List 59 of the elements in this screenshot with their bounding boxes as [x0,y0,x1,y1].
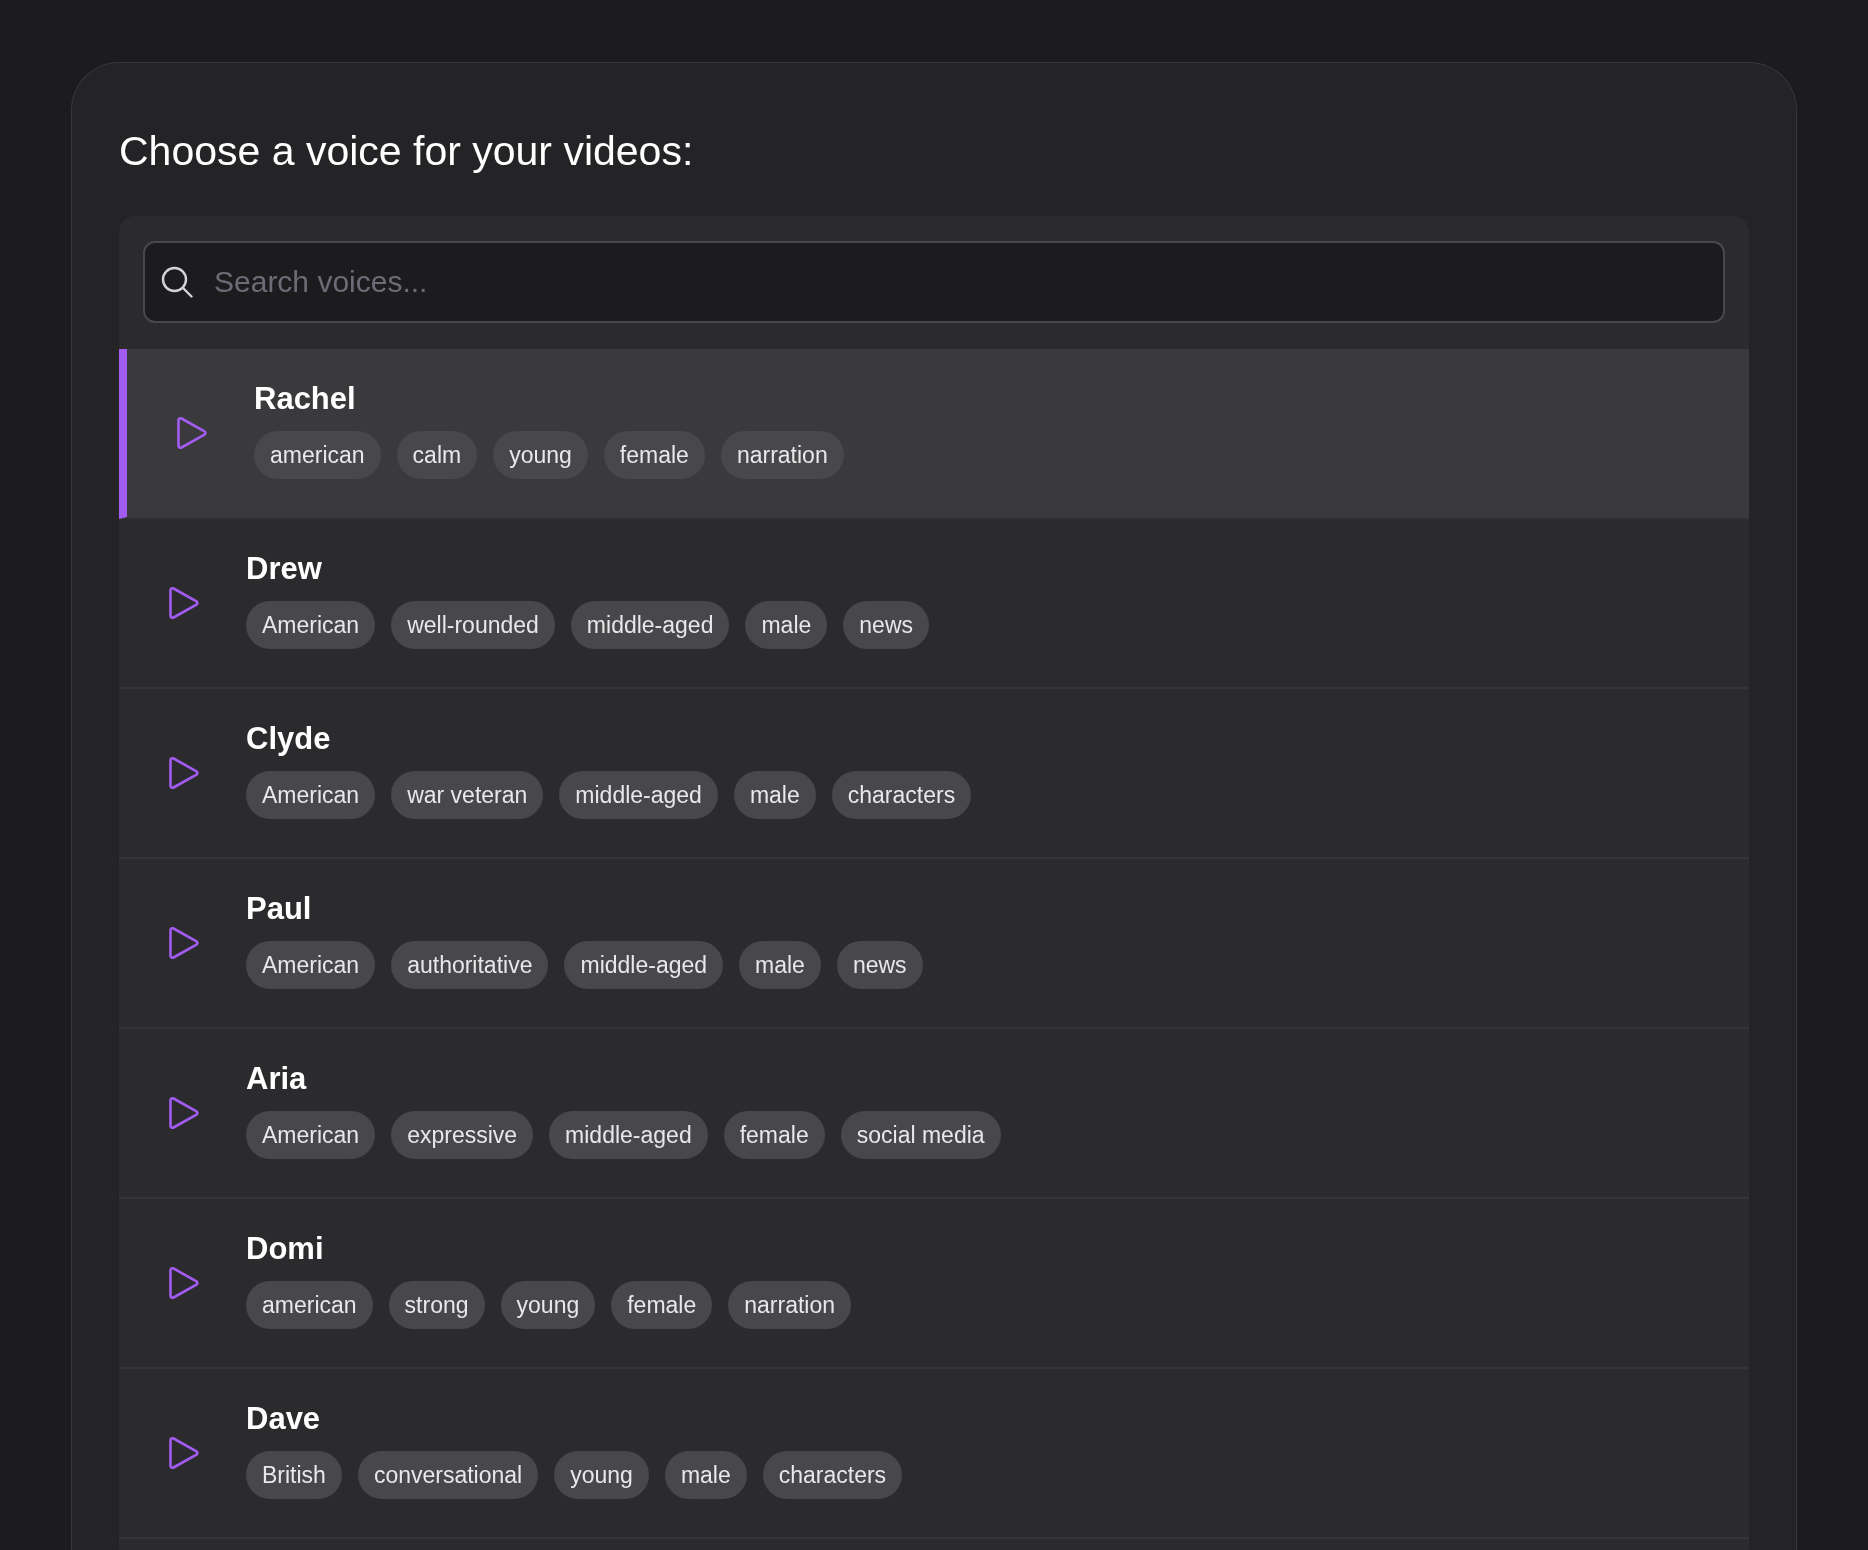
voice-name: Domi [246,1231,324,1267]
voice-tag: male [745,601,828,649]
voice-name: Drew [246,551,322,587]
voice-tag: strong [388,1281,485,1329]
voice-row[interactable]: Dave British conversational young male characters [119,1369,1749,1539]
voice-row[interactable]: Domi american strong young female narration [119,1199,1749,1369]
voice-row[interactable]: Drew American well-rounded middle-aged male news [119,519,1749,689]
voice-tag: young [554,1451,649,1499]
play-icon[interactable] [176,416,208,450]
search-icon [161,266,193,298]
voice-row[interactable]: Rachel american calm young female narration [119,349,1749,519]
voice-tag: male [664,1451,747,1499]
play-icon[interactable] [168,1436,200,1470]
voice-row[interactable]: Aria American expressive middle-aged female social media [119,1029,1749,1199]
voice-tag: calm [396,431,478,479]
voice-tag: war veteran [391,771,544,819]
play-icon[interactable] [168,1096,200,1130]
play-icon[interactable] [168,926,200,960]
voice-row[interactable]: Clyde American war veteran middle-aged male characters [119,689,1749,859]
voice-name: Aria [246,1061,307,1097]
voice-tag: middle-aged [549,1111,708,1159]
voice-tag: female [723,1111,825,1159]
voice-name: Paul [246,891,312,927]
voice-name: Rachel [254,381,356,417]
voice-tag: narration [720,431,844,479]
voice-tag: young [500,1281,596,1329]
voice-name: Dave [246,1401,321,1437]
voice-tag: middle-aged [570,601,730,649]
voice-tag: female [603,431,705,479]
page-heading: Choose a voice for your videos: [119,127,695,176]
voice-tag: american [254,431,381,479]
voice-row[interactable]: Paul American authoritative middle-aged male news [119,859,1749,1029]
voice-tag: American [246,941,376,989]
voice-tag: male [733,771,816,819]
voice-tag: middle-aged [559,771,718,819]
voice-tag: young [493,431,588,479]
play-icon[interactable] [168,1266,200,1300]
voice-tag: American [246,1111,376,1159]
voice-tag: American [246,601,376,649]
voice-tag: female [611,1281,713,1329]
voice-tag: social media [840,1111,1001,1159]
voice-tag: american [246,1281,373,1329]
play-icon[interactable] [168,586,200,620]
voice-tag: conversational [357,1451,539,1499]
play-icon[interactable] [168,756,200,790]
voice-tag: news [836,941,923,989]
voice-tag: expressive [391,1111,534,1159]
voice-tag: American [246,771,376,819]
voice-tag: characters [831,771,972,819]
voice-tag: male [739,941,821,989]
voice-tag: narration [728,1281,852,1329]
voice-tag: authoritative [391,941,549,989]
voice-tag: well-rounded [391,601,555,649]
voice-tag: news [843,601,929,649]
voice-tag: British [246,1451,342,1499]
voice-tag: middle-aged [564,941,724,989]
search-field[interactable]: Search voices... [143,241,1725,323]
voice-name: Clyde [246,721,331,757]
voice-tag: characters [762,1451,903,1499]
